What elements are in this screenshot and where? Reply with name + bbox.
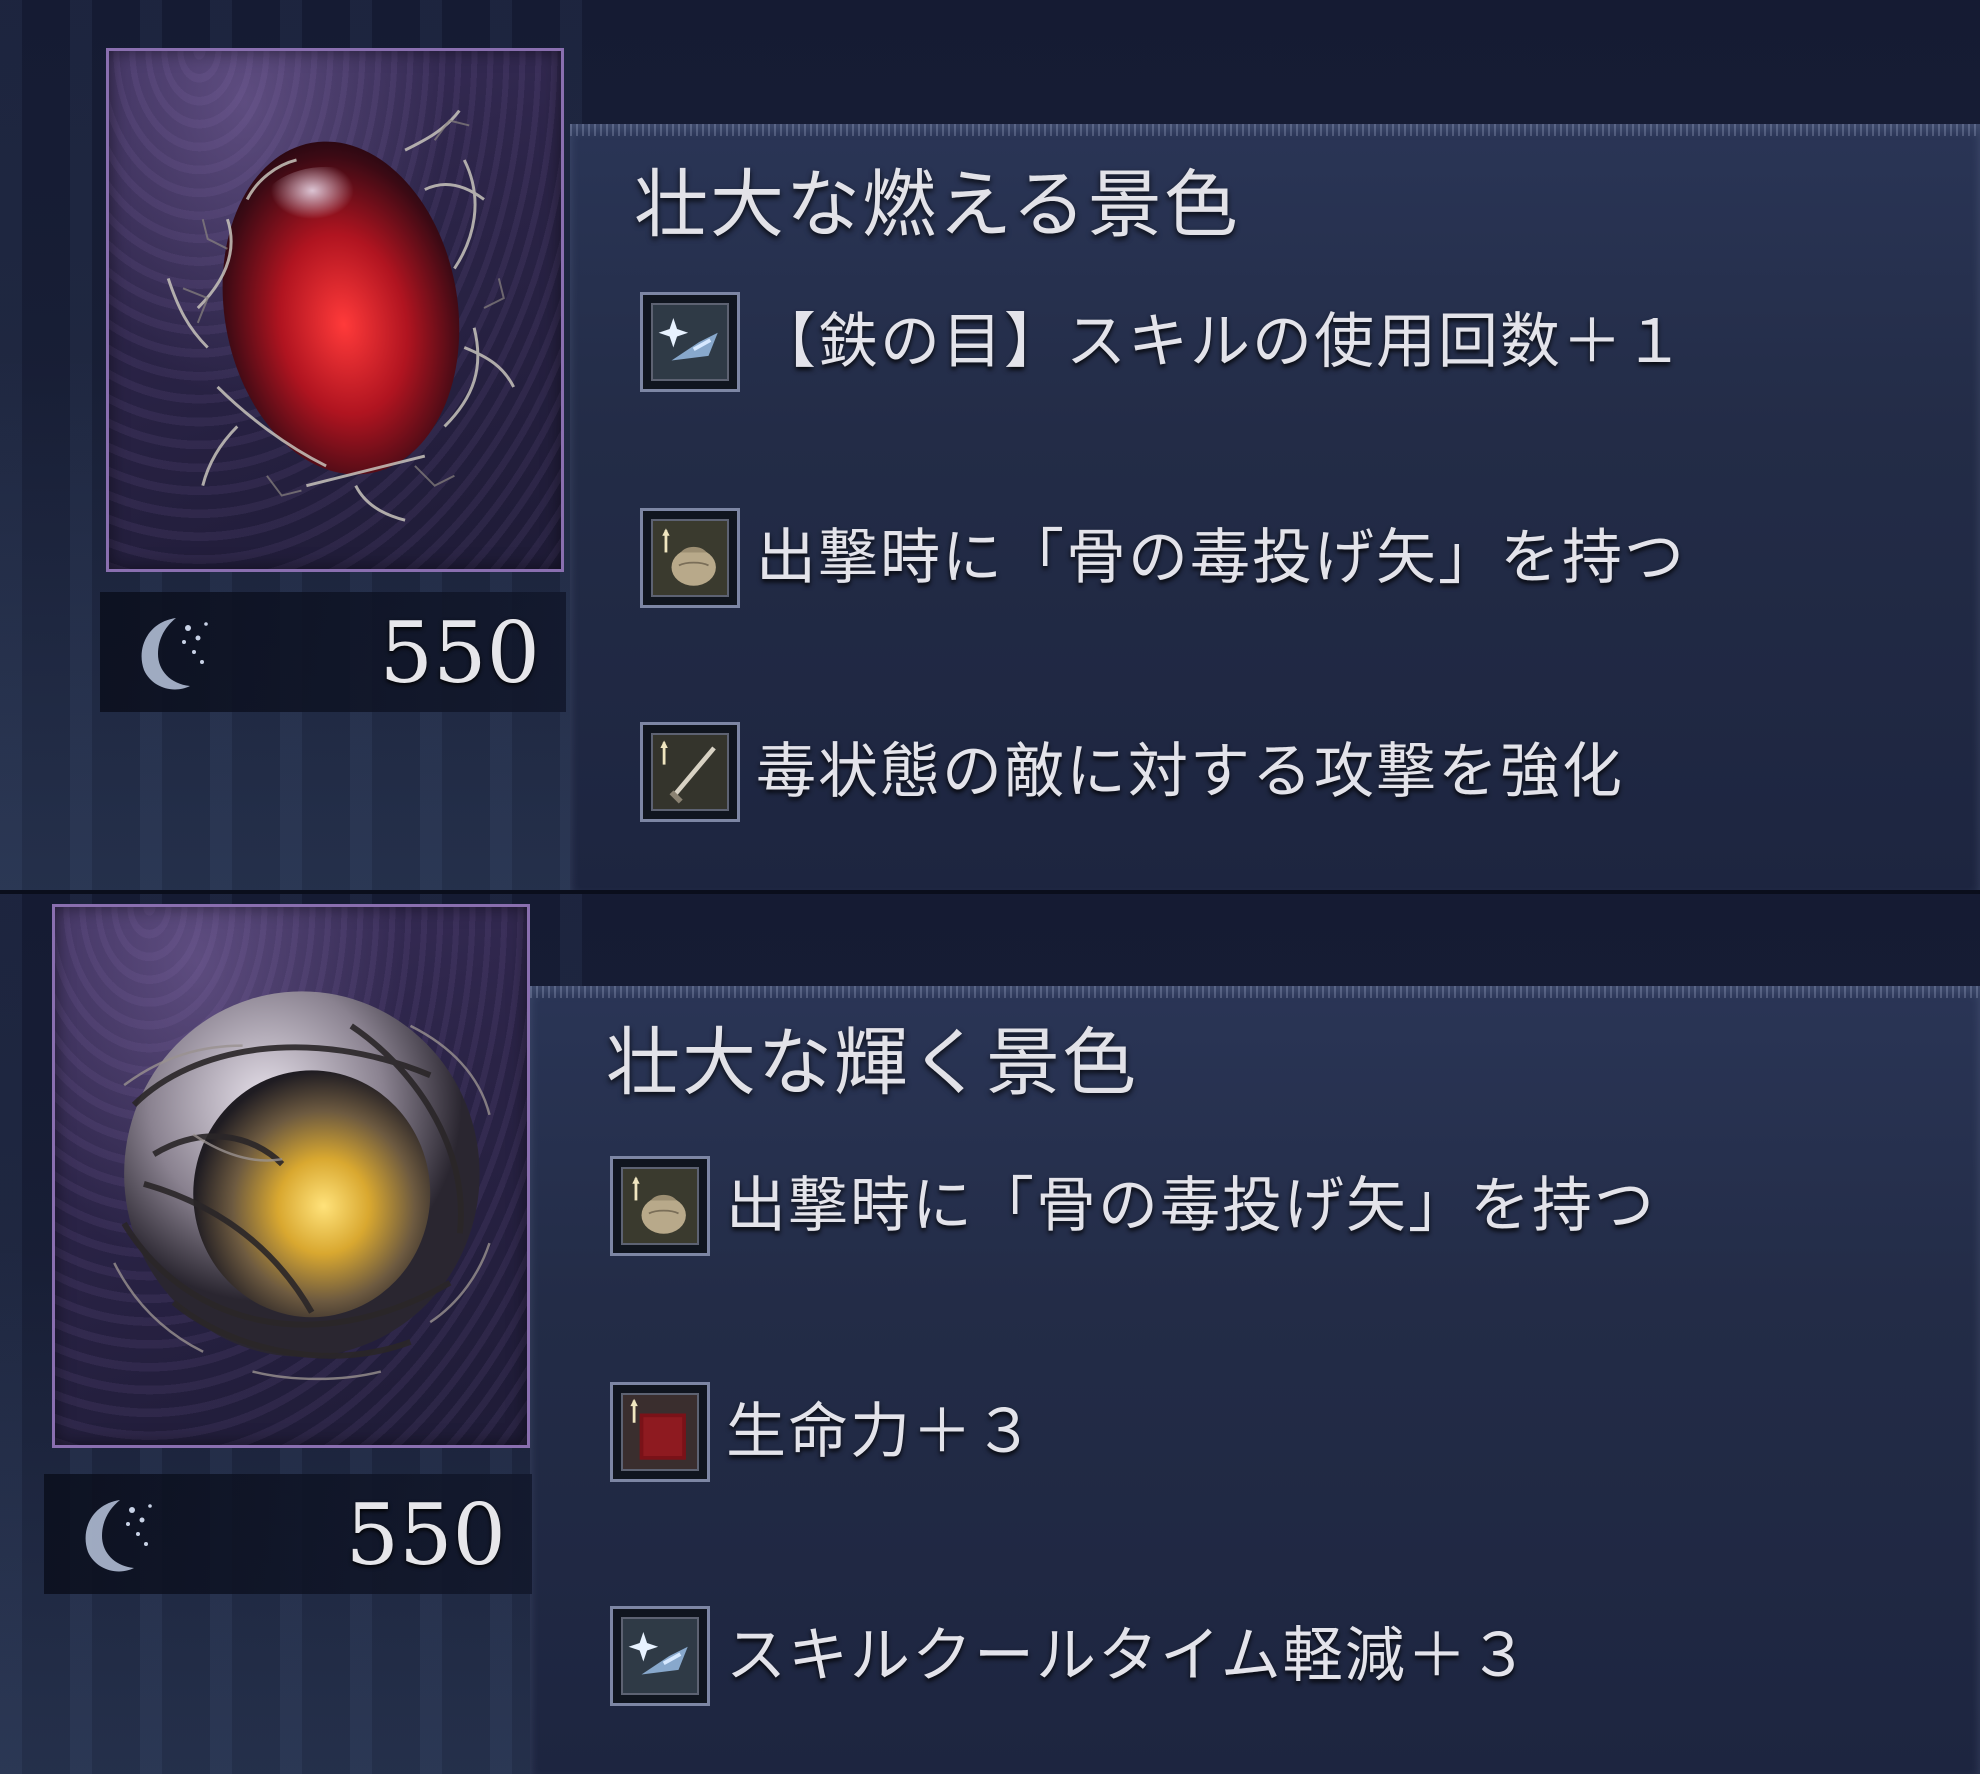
relic-effect-text: 出撃時に「骨の毒投げ矢」を持つ [726, 1171, 1656, 1241]
relic-effect-text: スキルクールタイム軽減＋３ [726, 1621, 1531, 1691]
relic-image-frame[interactable] [52, 904, 530, 1448]
rune-cost-panel: 550 [100, 592, 566, 712]
rune-crescent-icon [85, 1500, 152, 1572]
relic-effect[interactable]: スキルクールタイム軽減＋３ [610, 1606, 1960, 1706]
relic-effect-text: 【鉄の目】スキルの使用回数＋１ [756, 307, 1686, 377]
relic-effect[interactable]: 生命力＋３ [610, 1382, 1960, 1482]
relic-effect[interactable]: 出撃時に「骨の毒投げ矢」を持つ [610, 1156, 1960, 1256]
relic-effect[interactable]: 毒状態の敵に対する攻撃を強化 [640, 722, 1980, 822]
relic-effect-text: 生命力＋３ [726, 1397, 1036, 1467]
skill-icon [610, 1606, 710, 1706]
yellow-relic-gem-icon [113, 991, 491, 1381]
relic-effect-text: 毒状態の敵に対する攻撃を強化 [756, 737, 1624, 807]
relic-effect[interactable]: 【鉄の目】スキルの使用回数＋１ [640, 292, 1980, 392]
red-relic-gem-icon [166, 109, 515, 522]
skill-icon [640, 292, 740, 392]
item-pouch-icon [610, 1156, 710, 1256]
relic-name: 壮大な輝く景色 [606, 1020, 1138, 1106]
relic-card[interactable]: 550 壮大な燃える景色 【鉄の目】スキルの使用回数＋１ 出撃時に「骨の毒投げ矢… [0, 0, 1980, 890]
vigor-icon [610, 1382, 710, 1482]
weapon-attack-icon [640, 722, 740, 822]
rune-crescent-icon [141, 618, 208, 690]
relic-effect[interactable]: 出撃時に「骨の毒投げ矢」を持つ [640, 508, 1980, 608]
relic-image-frame[interactable] [106, 48, 564, 572]
relic-card[interactable]: 550 壮大な輝く景色 出撃時に「骨の毒投げ矢」を持つ 生命力＋３ スキルクール… [0, 894, 1980, 1774]
rune-cost-panel: 550 [44, 1474, 532, 1594]
relic-effect-text: 出撃時に「骨の毒投げ矢」を持つ [756, 523, 1686, 593]
rune-cost-value: 550 [345, 1486, 506, 1584]
relic-name: 壮大な燃える景色 [634, 162, 1240, 248]
rune-cost-value: 550 [379, 604, 540, 702]
item-pouch-icon [640, 508, 740, 608]
